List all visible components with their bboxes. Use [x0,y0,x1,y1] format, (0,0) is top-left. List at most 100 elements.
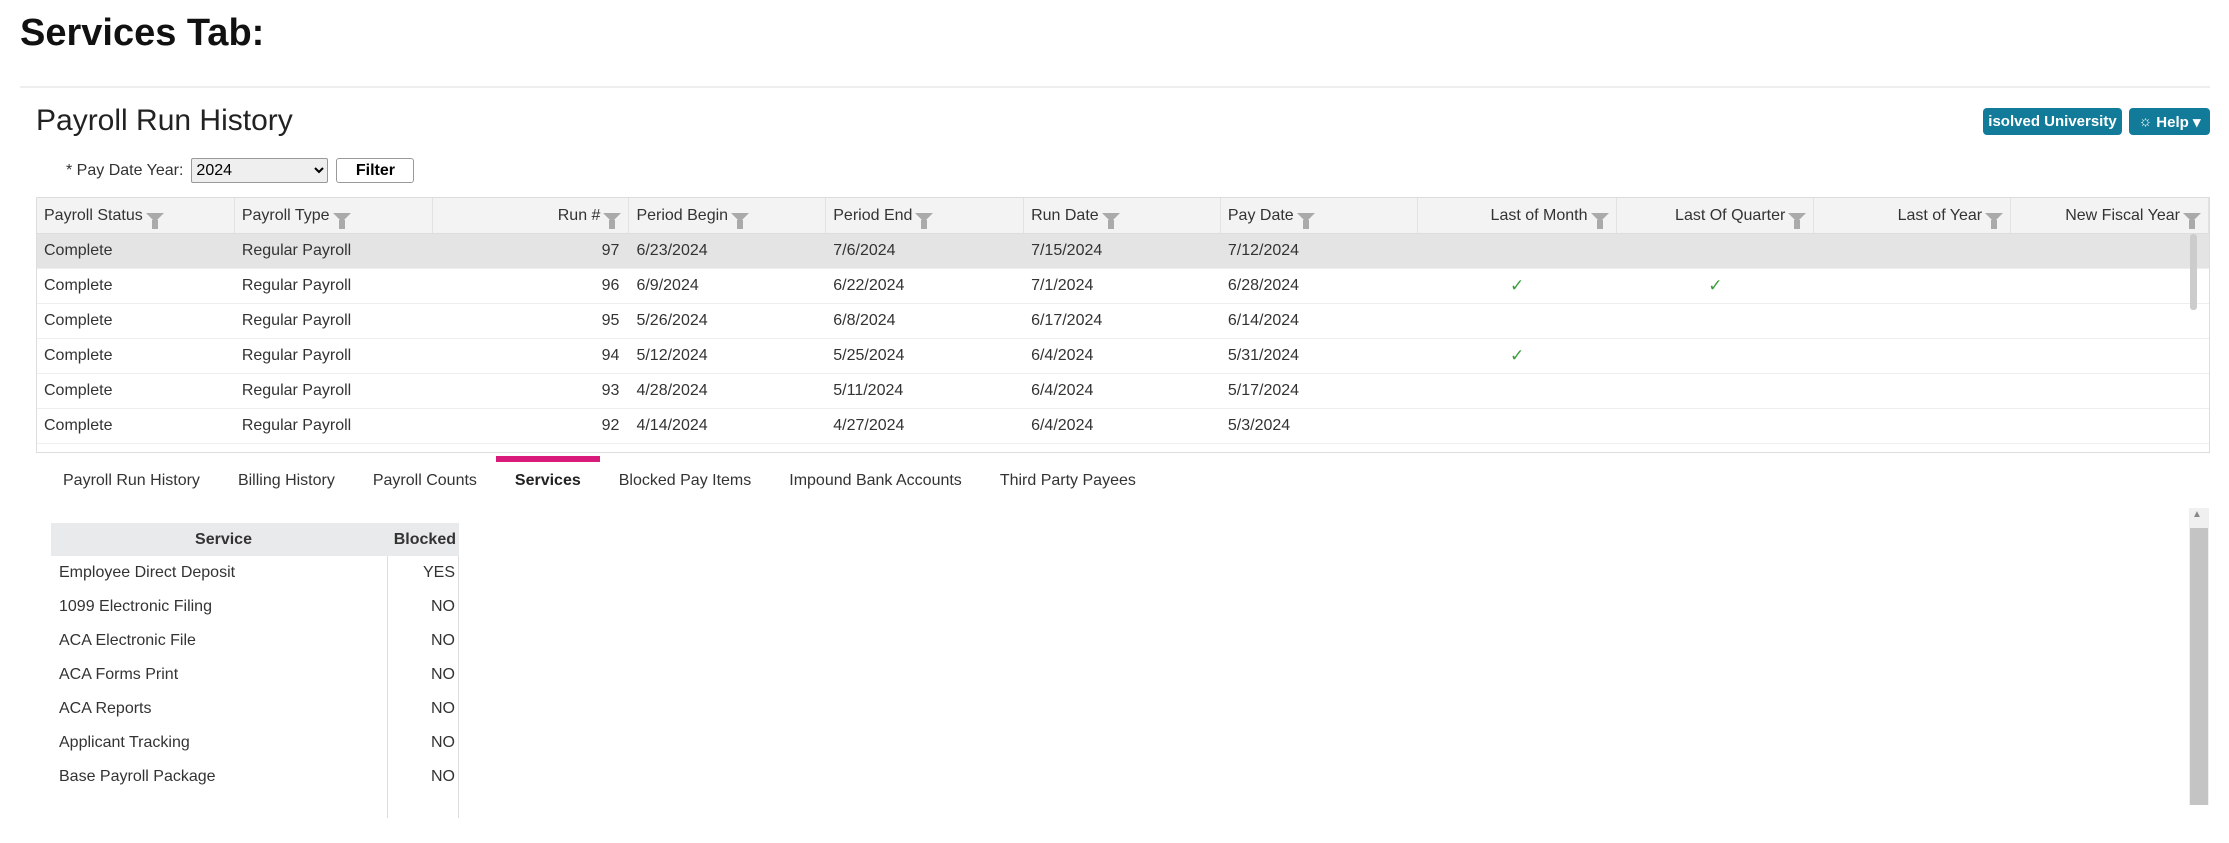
column-label: Last of Month [1490,206,1588,224]
filter-funnel-icon[interactable] [1985,213,2004,229]
table-cell: 6/28/2024 [1227,277,1300,294]
blocked-value: NO [388,692,459,726]
pay-date-year-select[interactable]: 2024 [191,158,329,183]
table-cell: 5/12/2024 [636,347,708,364]
table-row[interactable]: Complete Regular Payroll 97 6/23/2024 7/6/20… [37,234,2209,269]
table-row[interactable]: Complete Regular Payroll 94 5/12/2024 5/25/2… [37,339,2209,374]
table-cell: 6/14/2024 [1227,312,1300,329]
filter-row: * Pay Date Year: 2024 Filter [66,158,415,183]
column-header[interactable]: Last of Month [1418,198,1617,233]
help-label: Help ▾ [2156,113,2201,131]
column-header[interactable]: New Fiscal Year [2011,198,2209,233]
scrollbar-thumb[interactable] [2190,528,2208,805]
service-column-header: Service [195,530,252,548]
column-header[interactable]: Run # [433,198,630,233]
column-label: New Fiscal Year [2065,206,2180,224]
table-cell: 7/6/2024 [833,242,896,259]
table-row[interactable]: Complete Regular Payroll 96 6/9/2024 6/22/20… [37,269,2209,304]
check-icon [1418,409,1617,443]
table-cell: 7/1/2024 [1031,277,1094,294]
blocked-value: NO [388,590,459,624]
table-cell: Complete [44,417,113,434]
filter-funnel-icon[interactable] [2182,213,2201,229]
column-header[interactable]: Run Date [1024,198,1221,233]
tab-impound-bank-accounts[interactable]: Impound Bank Accounts [770,466,981,496]
list-item: ACA Forms Print NO [51,658,459,692]
table-cell: Regular Payroll [241,417,352,434]
check-icon [1814,304,2011,338]
tab-payroll-counts[interactable]: Payroll Counts [354,466,496,496]
check-icon [1617,339,1815,373]
table-row[interactable]: Complete Regular Payroll 92 4/14/2024 4/27/2… [37,409,2209,444]
pay-date-year-label: * Pay Date Year: [66,161,184,179]
blocked-value: NO [388,658,459,692]
tab-billing-history[interactable]: Billing History [219,466,354,496]
table-cell: Regular Payroll [241,277,352,294]
column-label: Last Of Quarter [1675,206,1786,224]
column-label: Last of Year [1897,206,1983,224]
tab-blocked-pay-items[interactable]: Blocked Pay Items [600,466,771,496]
caption: Services Tab: [20,12,265,54]
list-item: Base Payroll Package NO [51,760,459,794]
filter-funnel-icon[interactable] [1101,213,1120,229]
check-icon [1814,374,2011,408]
table-cell: 4/28/2024 [636,382,708,399]
column-header[interactable]: Period Begin [629,198,827,233]
table-cell: 6/4/2024 [1031,417,1094,434]
column-header[interactable]: Last Of Quarter [1617,198,1815,233]
check-icon [1617,304,1815,338]
list-item: Applicant Tracking NO [51,726,459,760]
table-cell: Regular Payroll [241,382,352,399]
service-name: 1099 Electronic Filing [51,590,388,624]
column-label: Payroll Type [241,206,330,224]
table-cell: 4/27/2024 [833,417,905,434]
list-item: ACA Electronic File NO [51,624,459,658]
column-label: Payroll Status [44,206,143,224]
filter-funnel-icon[interactable] [145,213,164,229]
check-icon [2011,304,2209,338]
column-label: Period End [833,206,913,224]
service-name: ACA Electronic File [51,624,388,658]
filter-funnel-icon[interactable] [332,213,351,229]
column-label: Pay Date [1227,206,1294,224]
column-header[interactable]: Payroll Status [37,198,235,233]
filter-funnel-icon[interactable] [1296,213,1315,229]
column-header[interactable]: Last of Year [1814,198,2012,233]
service-name: Applicant Tracking [51,726,388,760]
isolved-university-button[interactable]: isolved University [1983,108,2122,135]
filter-funnel-icon[interactable] [731,213,750,229]
scroll-up-arrow-icon[interactable]: ▲ [2192,509,2202,520]
column-header[interactable]: Pay Date [1221,198,1418,233]
tab-payroll-run-history[interactable]: Payroll Run History [44,466,219,496]
filter-funnel-icon[interactable] [603,213,622,229]
column-header[interactable]: Payroll Type [235,198,433,233]
service-name: Employee Direct Deposit [51,556,388,590]
table-cell: 92 [601,417,620,434]
table-row[interactable]: Complete Regular Payroll 93 4/28/2024 5/11/2… [37,374,2209,409]
table-cell: 6/23/2024 [636,242,708,259]
table-cell: 97 [601,242,620,259]
column-label: Run Date [1031,206,1099,224]
table-cell: 5/26/2024 [636,312,708,329]
table-cell: Complete [44,382,113,399]
column-label: Run # [557,206,601,224]
table-cell: 95 [601,312,620,329]
filter-funnel-icon[interactable] [1788,213,1807,229]
help-button[interactable]: ☼ Help ▾ [2129,108,2210,135]
filter-button[interactable]: Filter [336,158,415,183]
list-item: Employee Direct Deposit YES [51,556,459,590]
table-cell: Regular Payroll [241,242,352,259]
blocked-value: NO [388,760,459,794]
filter-funnel-icon[interactable] [915,213,934,229]
column-header[interactable]: Period End [826,198,1025,233]
table-row[interactable]: Complete Regular Payroll 95 5/26/2024 6/8/20… [37,304,2209,339]
table-cell: 5/11/2024 [833,382,904,399]
filter-funnel-icon[interactable] [1590,213,1609,229]
check-icon [2011,374,2209,408]
tab-third-party-payees[interactable]: Third Party Payees [981,466,1155,496]
table-cell: Complete [44,242,113,259]
check-icon: ✓ [1509,346,1525,365]
tab-services[interactable]: Services [495,456,600,496]
check-icon [2011,409,2209,443]
grid-scrollbar[interactable] [2190,234,2197,310]
